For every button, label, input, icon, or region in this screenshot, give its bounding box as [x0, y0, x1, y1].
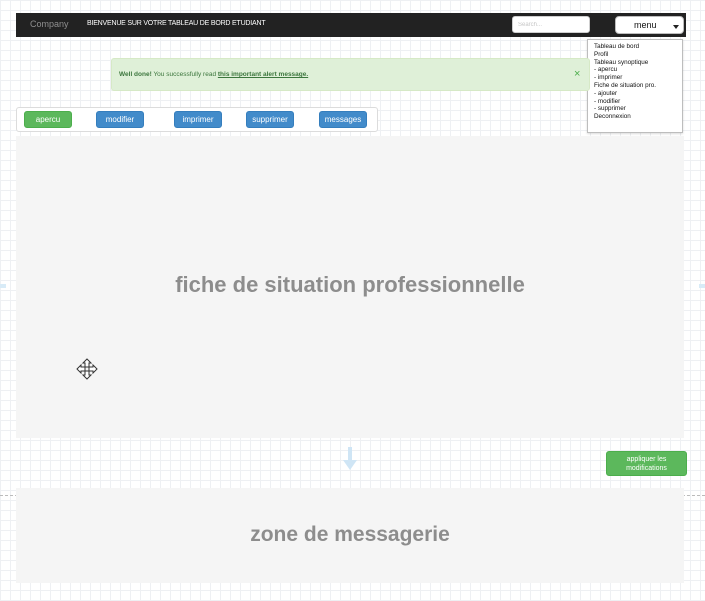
menu-item-tableau-de-bord[interactable]: Tableau de bord	[594, 43, 682, 51]
action-button-bar: apercu modifier imprimer supprimer messa…	[16, 107, 378, 132]
fiche-title: fiche de situation professionnelle	[175, 272, 525, 297]
caret-down-icon	[673, 25, 679, 29]
menu-label: menu	[634, 20, 657, 30]
apercu-button[interactable]: apercu	[24, 111, 72, 128]
menu-item-modifier[interactable]: - modifier	[594, 98, 682, 106]
menu-item-ajouter[interactable]: - ajouter	[594, 90, 682, 98]
brand-link[interactable]: Company	[30, 13, 69, 35]
success-alert: Well done! You successfully read this im…	[111, 58, 590, 91]
fiche-situation-panel: fiche de situation professionnelle	[16, 136, 684, 438]
alert-link[interactable]: this important alert message.	[218, 71, 308, 78]
messagerie-panel: zone de messagerie	[16, 488, 684, 583]
edge-marker-left	[0, 284, 6, 288]
messagerie-title: zone de messagerie	[250, 523, 450, 546]
welcome-text: BIENVENUE SUR VOTRE TABLEAU DE BORD ETUD…	[87, 20, 266, 27]
menu-item-apercu[interactable]: - apercu	[594, 66, 682, 74]
edge-marker-right	[699, 284, 705, 288]
alert-strong: Well done!	[119, 71, 152, 78]
alert-message: Well done! You successfully read this im…	[119, 71, 308, 78]
menu-item-profil[interactable]: Profil	[594, 51, 682, 59]
imprimer-button[interactable]: imprimer	[174, 111, 222, 128]
modifier-button[interactable]: modifier	[96, 111, 144, 128]
close-icon[interactable]: ×	[574, 68, 580, 80]
menu-dropdown-button[interactable]: menu	[615, 16, 684, 34]
supprimer-button[interactable]: supprimer	[246, 111, 294, 128]
search-input[interactable]	[512, 16, 590, 33]
menu-item-tableau-synoptique[interactable]: Tableau synoptique	[594, 59, 682, 67]
arrow-down-icon	[343, 447, 357, 470]
messages-button[interactable]: messages	[319, 111, 367, 128]
apply-modifications-button[interactable]: appliquer les modifications	[606, 451, 687, 476]
menu-item-imprimer[interactable]: - imprimer	[594, 74, 682, 82]
menu-item-supprimer[interactable]: - supprimer	[594, 105, 682, 113]
menu-dropdown-list: Tableau de bord Profil Tableau synoptiqu…	[587, 39, 683, 133]
top-navbar: Company BIENVENUE SUR VOTRE TABLEAU DE B…	[16, 13, 686, 37]
alert-text: You successfully read	[151, 71, 218, 78]
move-arrows-icon[interactable]	[76, 358, 98, 380]
menu-item-fiche-situation[interactable]: Fiche de situation pro.	[594, 82, 682, 90]
menu-item-deconnexion[interactable]: Deconnexion	[594, 113, 682, 121]
